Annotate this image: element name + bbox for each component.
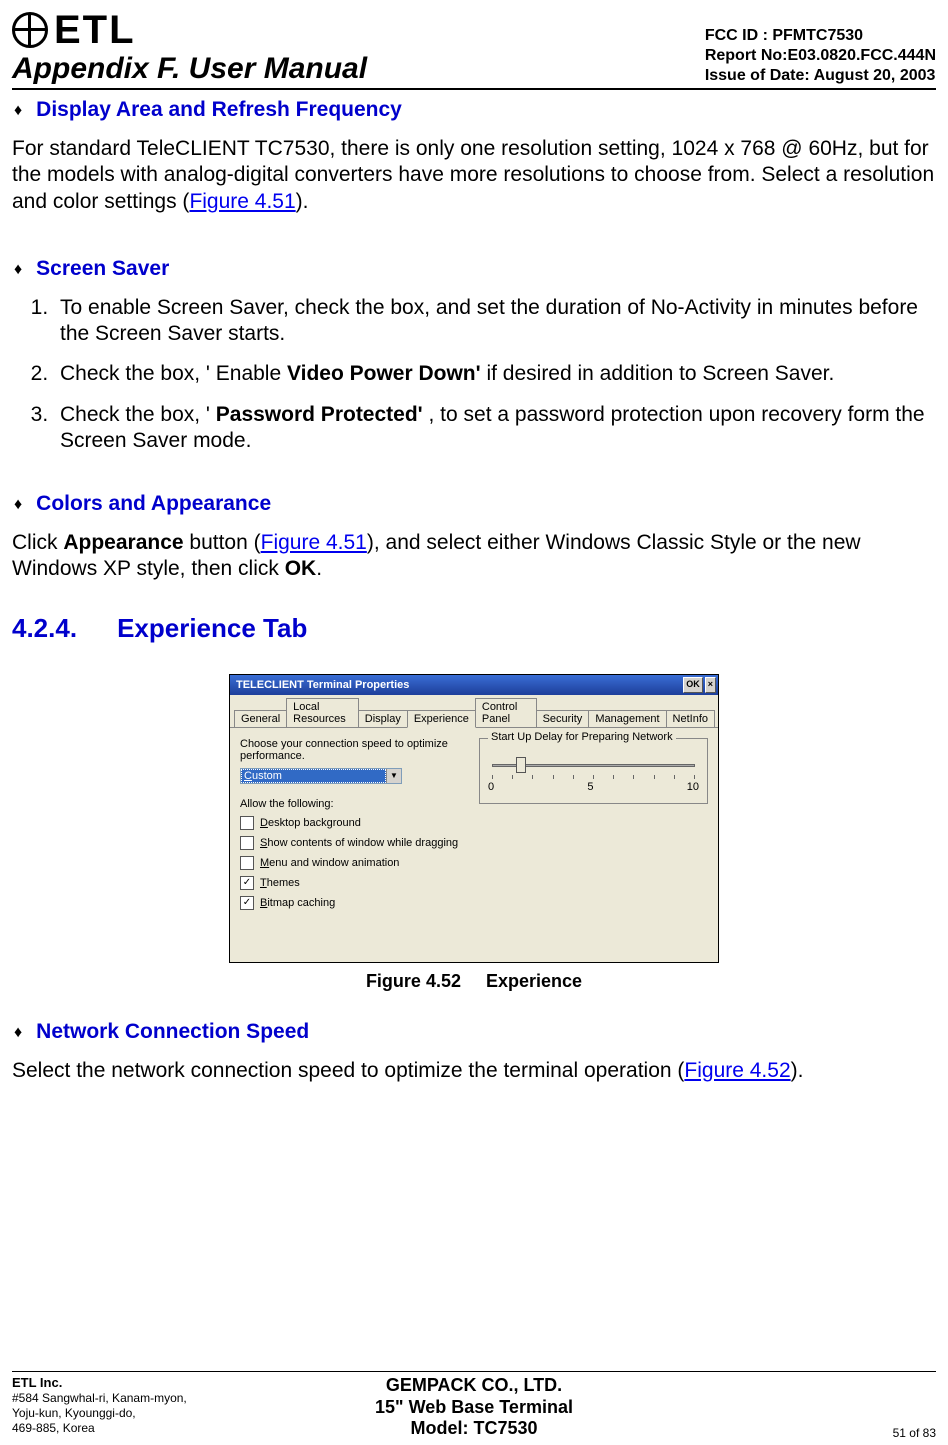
option-bitmap-caching[interactable]: ✓ Bitmap caching	[240, 896, 469, 910]
figure-link-4-51[interactable]: Figure 4.51	[189, 190, 295, 213]
tab-experience[interactable]: Experience	[407, 710, 476, 728]
screen-saver-steps: To enable Screen Saver, check the box, a…	[12, 295, 936, 454]
slider-thumb[interactable]	[516, 757, 526, 773]
dialog-title-text: TELECLIENT Terminal Properties	[236, 679, 409, 691]
checkbox-icon[interactable]	[240, 836, 254, 850]
step-1: To enable Screen Saver, check the box, a…	[54, 295, 936, 348]
section-title: Colors and Appearance	[36, 492, 271, 516]
figure-caption: Figure 4.52 Experience	[12, 971, 936, 992]
appendix-title: Appendix F. User Manual	[12, 52, 367, 86]
close-button[interactable]: ×	[705, 677, 716, 693]
option-themes[interactable]: ✓ Themes	[240, 876, 469, 890]
logo-text: ETL	[54, 10, 136, 50]
section-title: Network Connection Speed	[36, 1020, 309, 1044]
option-label: Desktop background	[260, 817, 361, 829]
checkbox-icon[interactable]: ✓	[240, 896, 254, 910]
option-label: Menu and window animation	[260, 857, 399, 869]
ok-button[interactable]: OK	[683, 677, 703, 693]
checkbox-icon[interactable]: ✓	[240, 876, 254, 890]
slider-ticks	[492, 775, 695, 779]
report-no: Report No:E03.0820.FCC.444N	[705, 46, 936, 66]
footer-center: GEMPACK CO., LTD. 15" Web Base Terminal …	[320, 1375, 628, 1440]
startup-delay-slider[interactable]	[492, 755, 695, 775]
dialog-titlebar[interactable]: TELECLIENT Terminal Properties OK ×	[230, 675, 718, 695]
dialog-experience: TELECLIENT Terminal Properties OK × Gene…	[229, 674, 719, 963]
dialog-tabs: GeneralLocal ResourcesDisplayExperienceC…	[230, 695, 718, 728]
startup-delay-fieldset: Start Up Delay for Preparing Network 0 5…	[479, 738, 708, 804]
issue-date: Issue of Date: August 20, 2003	[705, 66, 936, 86]
figure-link-4-51[interactable]: Figure 4.51	[261, 531, 367, 554]
page-header: ETL Appendix F. User Manual FCC ID : PFM…	[12, 10, 936, 90]
fcc-id: FCC ID : PFMTC7530	[705, 26, 936, 46]
heading-experience-tab: 4.2.4.Experience Tab	[12, 613, 936, 644]
figure-link-4-52[interactable]: Figure 4.52	[684, 1059, 790, 1082]
section-title: Screen Saver	[36, 257, 169, 281]
tab-control-panel[interactable]: Control Panel	[475, 698, 537, 727]
tab-local-resources[interactable]: Local Resources	[286, 698, 359, 727]
section-network-speed: ♦ Network Connection Speed	[12, 1020, 936, 1046]
diamond-icon: ♦	[14, 257, 22, 283]
tab-display[interactable]: Display	[358, 710, 408, 727]
option-label: Themes	[260, 877, 300, 889]
dropdown-value: Custom	[241, 769, 386, 783]
display-area-paragraph: For standard TeleCLIENT TC7530, there is…	[12, 136, 936, 215]
section-screen-saver: ♦ Screen Saver	[12, 257, 936, 283]
allow-label: Allow the following:	[240, 798, 469, 810]
logo: ETL	[12, 10, 367, 50]
section-title: Display Area and Refresh Frequency	[36, 98, 402, 122]
slider-scale: 0 5 10	[488, 781, 699, 793]
diamond-icon: ♦	[14, 98, 22, 124]
chevron-down-icon[interactable]: ▼	[386, 769, 401, 783]
section-display-area: ♦ Display Area and Refresh Frequency	[12, 98, 936, 124]
connection-speed-dropdown[interactable]: Custom ▼	[240, 768, 402, 784]
option-menu-and-window-animation[interactable]: Menu and window animation	[240, 856, 469, 870]
globe-icon	[12, 12, 48, 48]
option-label: Bitmap caching	[260, 897, 335, 909]
option-show-contents-of-window-while-dragging[interactable]: Show contents of window while dragging	[240, 836, 469, 850]
checkbox-icon[interactable]	[240, 816, 254, 830]
step-3: Check the box, ' Password Protected' , t…	[54, 402, 936, 455]
network-paragraph: Select the network connection speed to o…	[12, 1058, 936, 1084]
tab-management[interactable]: Management	[588, 710, 666, 727]
footer-address: ETL Inc. #584 Sangwhal-ri, Kanam-myon, Y…	[12, 1375, 320, 1436]
header-meta: FCC ID : PFMTC7530 Report No:E03.0820.FC…	[705, 26, 936, 86]
page-footer: ETL Inc. #584 Sangwhal-ri, Kanam-myon, Y…	[12, 1371, 936, 1440]
option-desktop-background[interactable]: Desktop background	[240, 816, 469, 830]
diamond-icon: ♦	[14, 492, 22, 518]
tab-security[interactable]: Security	[536, 710, 590, 727]
colors-paragraph: Click Appearance button (Figure 4.51), a…	[12, 530, 936, 583]
page-number: 51 of 83	[628, 1426, 936, 1440]
checkbox-icon[interactable]	[240, 856, 254, 870]
step-2: Check the box, ' Enable Video Power Down…	[54, 361, 936, 387]
tab-netinfo[interactable]: NetInfo	[666, 710, 715, 727]
fieldset-legend: Start Up Delay for Preparing Network	[488, 731, 676, 743]
diamond-icon: ♦	[14, 1020, 22, 1046]
connection-speed-prompt: Choose your connection speed to optimize…	[240, 738, 469, 762]
option-label: Show contents of window while dragging	[260, 837, 458, 849]
tab-general[interactable]: General	[234, 710, 287, 727]
section-colors: ♦ Colors and Appearance	[12, 492, 936, 518]
